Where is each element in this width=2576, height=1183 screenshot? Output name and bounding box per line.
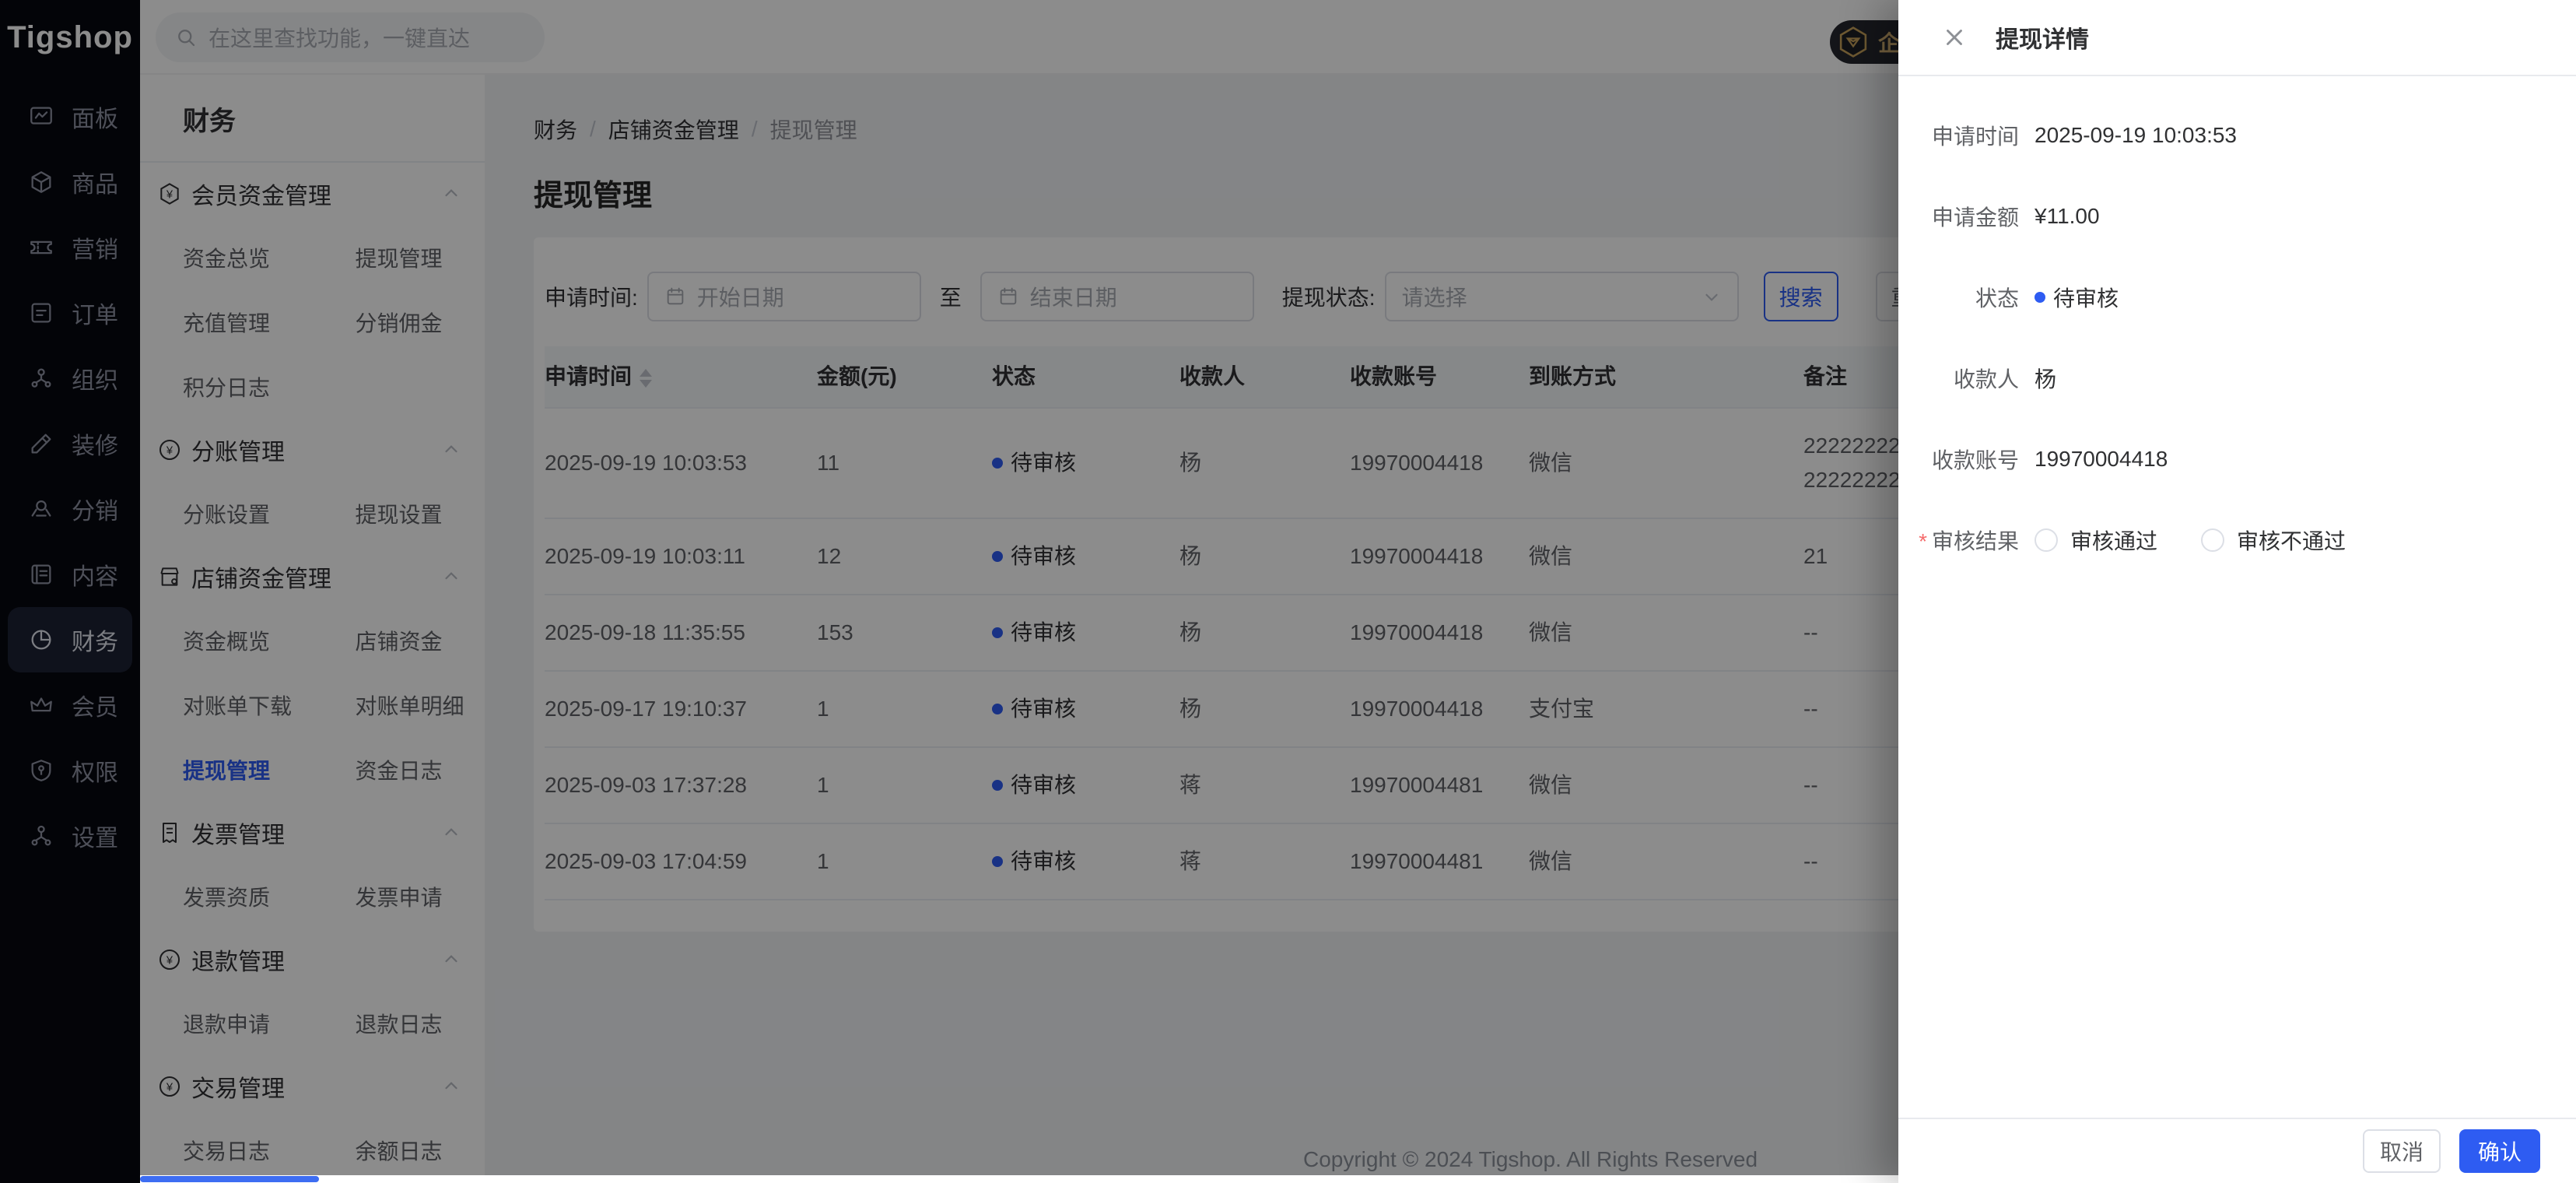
radio-audit-fail[interactable]: 审核不通过 [2201,525,2346,556]
radio-label: 审核不通过 [2237,529,2346,553]
scrollbar-thumb[interactable] [140,1176,319,1182]
withdrawal-detail-drawer: 提现详情 申请时间 2025-09-19 10:03:53 申请金额 ¥11.0… [1898,0,2576,1183]
field-label: 收款账号 [1931,448,2019,472]
field-payee: 收款人 杨 [1898,363,2576,394]
field-apply-amount: 申请金额 ¥11.00 [1898,201,2576,232]
radio-label: 审核通过 [2070,529,2158,553]
close-icon[interactable] [1941,24,1968,51]
field-label: 状态 [1975,286,2019,311]
cancel-button[interactable]: 取消 [2363,1129,2441,1173]
field-label: 申请时间 [1931,125,2019,149]
status-dot [2035,292,2045,303]
field-label: 申请金额 [1931,205,2019,230]
field-label: * 审核结果 [1919,529,2019,553]
field-audit-result: * 审核结果 审核通过 审核不通过 [1898,525,2576,556]
drawer-header: 提现详情 [1898,0,2576,76]
field-status: 状态 待审核 [1898,282,2576,313]
confirm-button[interactable]: 确认 [2459,1129,2540,1173]
field-value: ¥11.00 [2035,204,2100,228]
field-apply-time: 申请时间 2025-09-19 10:03:53 [1898,120,2576,151]
field-value: 19970004418 [2035,447,2168,471]
drawer-body: 申请时间 2025-09-19 10:03:53 申请金额 ¥11.00 状态 … [1898,76,2576,1118]
field-value: 2025-09-19 10:03:53 [2035,123,2237,147]
radio-audit-pass[interactable]: 审核通过 [2035,525,2157,556]
app-root: Tigshop 面板 商品 营销 订单 组织 装修 分销 内容 财务 会员 权限… [0,0,2576,1183]
radio-circle-icon[interactable] [2035,528,2058,552]
drawer-title: 提现详情 [1996,27,2089,53]
horizontal-scrollbar[interactable] [140,1175,1898,1183]
radio-circle-icon[interactable] [2201,528,2225,552]
modal-overlay[interactable] [0,0,1898,1183]
field-label: 收款人 [1953,367,2019,391]
field-value: 杨 [2035,367,2057,391]
field-value: 待审核 [2035,282,2119,313]
field-account: 收款账号 19970004418 [1898,444,2576,475]
required-asterisk: * [1919,529,1927,553]
drawer-footer: 取消 确认 [1898,1118,2576,1183]
